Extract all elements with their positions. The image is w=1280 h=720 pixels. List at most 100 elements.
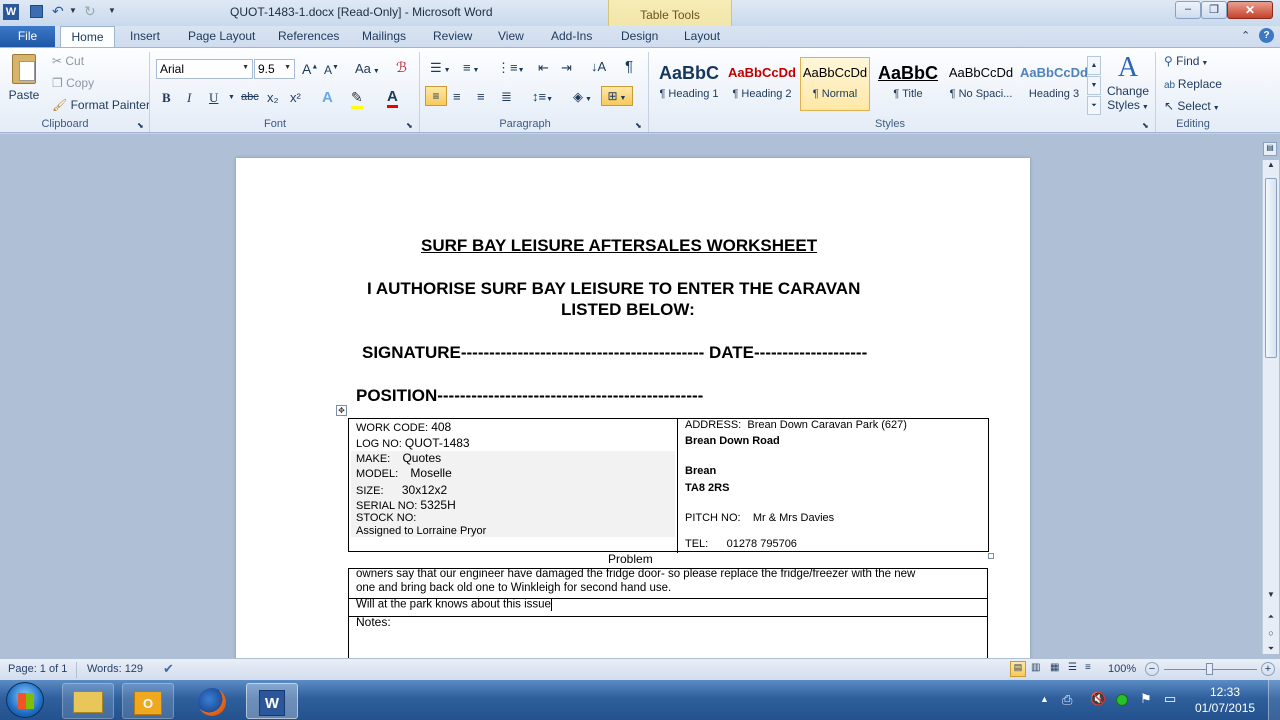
dialog-launcher-icon[interactable]: ⬊ xyxy=(406,121,413,130)
firefox-taskbar-button[interactable] xyxy=(186,683,238,719)
select-button[interactable]: ↖ Select ▼ xyxy=(1164,99,1220,113)
outlook-taskbar-button[interactable]: O xyxy=(122,683,174,719)
style-no-spaci[interactable]: AaBbCcDd ¶ No Spaci... xyxy=(946,57,1016,111)
zoom-level[interactable]: 100% xyxy=(1108,663,1136,675)
redo-icon[interactable]: ↻ xyxy=(84,3,96,20)
highlight-icon[interactable]: ✎ xyxy=(351,89,363,109)
align-center-icon[interactable]: ≡ xyxy=(453,89,461,104)
align-right-icon[interactable]: ≡ xyxy=(477,89,485,104)
browse-object-icon[interactable]: ○ xyxy=(1263,628,1279,638)
tab-layout[interactable]: Layout xyxy=(684,29,720,43)
draft-view-icon[interactable]: ≡ xyxy=(1085,662,1091,673)
styles-scroll-down-icon[interactable]: ▼ xyxy=(1087,76,1101,95)
tab-references[interactable]: References xyxy=(278,29,339,43)
table-resize-handle[interactable] xyxy=(988,553,994,559)
change-case-button[interactable]: Aa ▼ xyxy=(355,61,380,76)
font-color-button[interactable]: A xyxy=(387,88,398,108)
view-ruler-icon[interactable]: ▤ xyxy=(1263,142,1277,156)
tab-file[interactable]: File xyxy=(0,26,55,47)
web-layout-icon[interactable]: ▦ xyxy=(1050,662,1059,673)
grow-font-button[interactable]: A▲ xyxy=(302,61,318,77)
dialog-launcher-icon[interactable]: ⬊ xyxy=(1142,121,1149,130)
style-heading-3[interactable]: AaBbCcDd Heading 3 xyxy=(1019,57,1089,111)
shrink-font-button[interactable]: A▼ xyxy=(324,63,339,77)
format-painter-button[interactable]: 🖌 Format Painter xyxy=(52,98,150,112)
vertical-scrollbar[interactable]: ▲ ▼ ⏶ ○ ⏷ xyxy=(1262,160,1279,654)
zoom-in-icon[interactable]: + xyxy=(1261,662,1275,676)
clear-formatting-icon[interactable]: ℬ xyxy=(396,59,407,76)
undo-dropdown-icon[interactable]: ▼ xyxy=(69,6,77,15)
page-count[interactable]: Page: 1 of 1 xyxy=(8,663,67,675)
scroll-down-icon[interactable]: ▼ xyxy=(1263,590,1279,599)
chevron-down-icon[interactable]: ▼ xyxy=(284,64,291,71)
font-name-combo[interactable]: Arial ▼ xyxy=(156,59,253,79)
next-page-icon[interactable]: ⏷ xyxy=(1263,644,1279,654)
notes-label[interactable]: Notes: xyxy=(356,615,391,629)
signature-line[interactable]: SIGNATURE-------------------------------… xyxy=(362,343,867,363)
action-center-flag-icon[interactable]: ⚑ xyxy=(1140,691,1152,707)
word-taskbar-button[interactable]: W xyxy=(246,683,298,719)
word-app-icon[interactable]: W xyxy=(3,4,19,20)
zoom-slider[interactable] xyxy=(1164,663,1257,675)
chevron-down-icon[interactable]: ▼ xyxy=(228,94,235,101)
strikethrough-button[interactable]: abc xyxy=(241,91,259,103)
decrease-indent-icon[interactable]: ⇤ xyxy=(538,60,549,76)
styles-more-icon[interactable]: ⏷ xyxy=(1087,96,1101,115)
justify-icon[interactable]: ≣ xyxy=(501,89,512,105)
help-icon[interactable]: ? xyxy=(1259,28,1274,43)
outline-view-icon[interactable]: ☰ xyxy=(1068,662,1077,673)
tab-view[interactable]: View xyxy=(498,29,524,43)
clock-time[interactable]: 12:33 xyxy=(1210,685,1240,699)
problem-text-line-2[interactable]: one and bring back old one to Winkleigh … xyxy=(356,582,671,594)
start-button[interactable] xyxy=(6,682,44,718)
subscript-button[interactable]: x₂ xyxy=(267,90,279,105)
minimize-button[interactable]: – xyxy=(1175,1,1201,19)
save-icon[interactable] xyxy=(30,5,43,18)
tab-review[interactable]: Review xyxy=(433,29,472,43)
network-icon[interactable]: ▭ xyxy=(1164,691,1176,707)
zoom-out-icon[interactable]: − xyxy=(1145,662,1159,676)
print-layout-view-icon[interactable]: ▤ xyxy=(1010,661,1026,677)
bold-button[interactable]: B xyxy=(162,90,171,106)
style-normal[interactable]: AaBbCcDd ¶ Normal xyxy=(800,57,870,111)
show-hidden-icons-icon[interactable]: ▲ xyxy=(1040,694,1049,704)
style-title[interactable]: AaBbC ¶ Title xyxy=(873,57,943,111)
full-screen-reading-icon[interactable]: ▥ xyxy=(1031,662,1040,673)
close-button[interactable]: ✕ xyxy=(1227,1,1273,19)
tab-add-ins[interactable]: Add-Ins xyxy=(551,29,592,43)
customize-qat-icon[interactable]: ▼ xyxy=(108,6,116,15)
chevron-down-icon[interactable]: ▼ xyxy=(242,64,249,71)
cut-button[interactable]: ✂ Cut xyxy=(52,54,84,68)
table-move-handle-icon[interactable]: ✥ xyxy=(336,405,347,416)
style-heading-2[interactable]: AaBbCcDd ¶ Heading 2 xyxy=(727,57,797,111)
styles-scroll-up-icon[interactable]: ▲ xyxy=(1087,56,1101,75)
underline-button[interactable]: U xyxy=(209,90,218,106)
explorer-taskbar-button[interactable] xyxy=(62,683,114,719)
multilevel-list-icon[interactable]: ⋮≡▼ xyxy=(497,60,525,76)
proofing-icon[interactable]: ✔ xyxy=(163,661,174,677)
tab-home[interactable]: Home xyxy=(60,26,115,48)
tab-insert[interactable]: Insert xyxy=(130,29,160,43)
document-page[interactable]: SURF BAY LEISURE AFTERSALES WORKSHEET I … xyxy=(236,158,1030,668)
will-note-line[interactable]: Will at the park knows about this issue xyxy=(356,598,552,611)
superscript-button[interactable]: x² xyxy=(290,90,301,105)
paste-button[interactable]: Paste xyxy=(6,54,42,114)
find-button[interactable]: ⚲ Find ▼ xyxy=(1164,54,1208,68)
text-effects-button[interactable]: A xyxy=(322,89,333,106)
printer-icon[interactable]: ⎙ xyxy=(1062,692,1072,708)
replace-button[interactable]: ab Replace xyxy=(1164,77,1222,91)
show-formatting-marks-button[interactable]: ¶ xyxy=(625,58,633,75)
clock-date[interactable]: 01/07/2015 xyxy=(1195,701,1255,715)
numbering-icon[interactable]: ≡ ▼ xyxy=(463,60,479,75)
word-count[interactable]: Words: 129 xyxy=(87,663,143,675)
restore-button[interactable]: ❐ xyxy=(1201,1,1227,19)
show-desktop-button[interactable] xyxy=(1268,680,1280,720)
network-status-icon[interactable] xyxy=(1116,694,1128,706)
problem-text-line-1[interactable]: owners say that our engineer have damage… xyxy=(356,568,915,580)
tab-page-layout[interactable]: Page Layout xyxy=(188,29,255,43)
undo-icon[interactable]: ↶ xyxy=(52,3,64,20)
increase-indent-icon[interactable]: ⇥ xyxy=(561,60,572,76)
previous-page-icon[interactable]: ⏶ xyxy=(1263,612,1279,622)
scroll-up-icon[interactable]: ▲ xyxy=(1263,160,1279,176)
bullets-icon[interactable]: ☰ ▼ xyxy=(430,60,451,76)
